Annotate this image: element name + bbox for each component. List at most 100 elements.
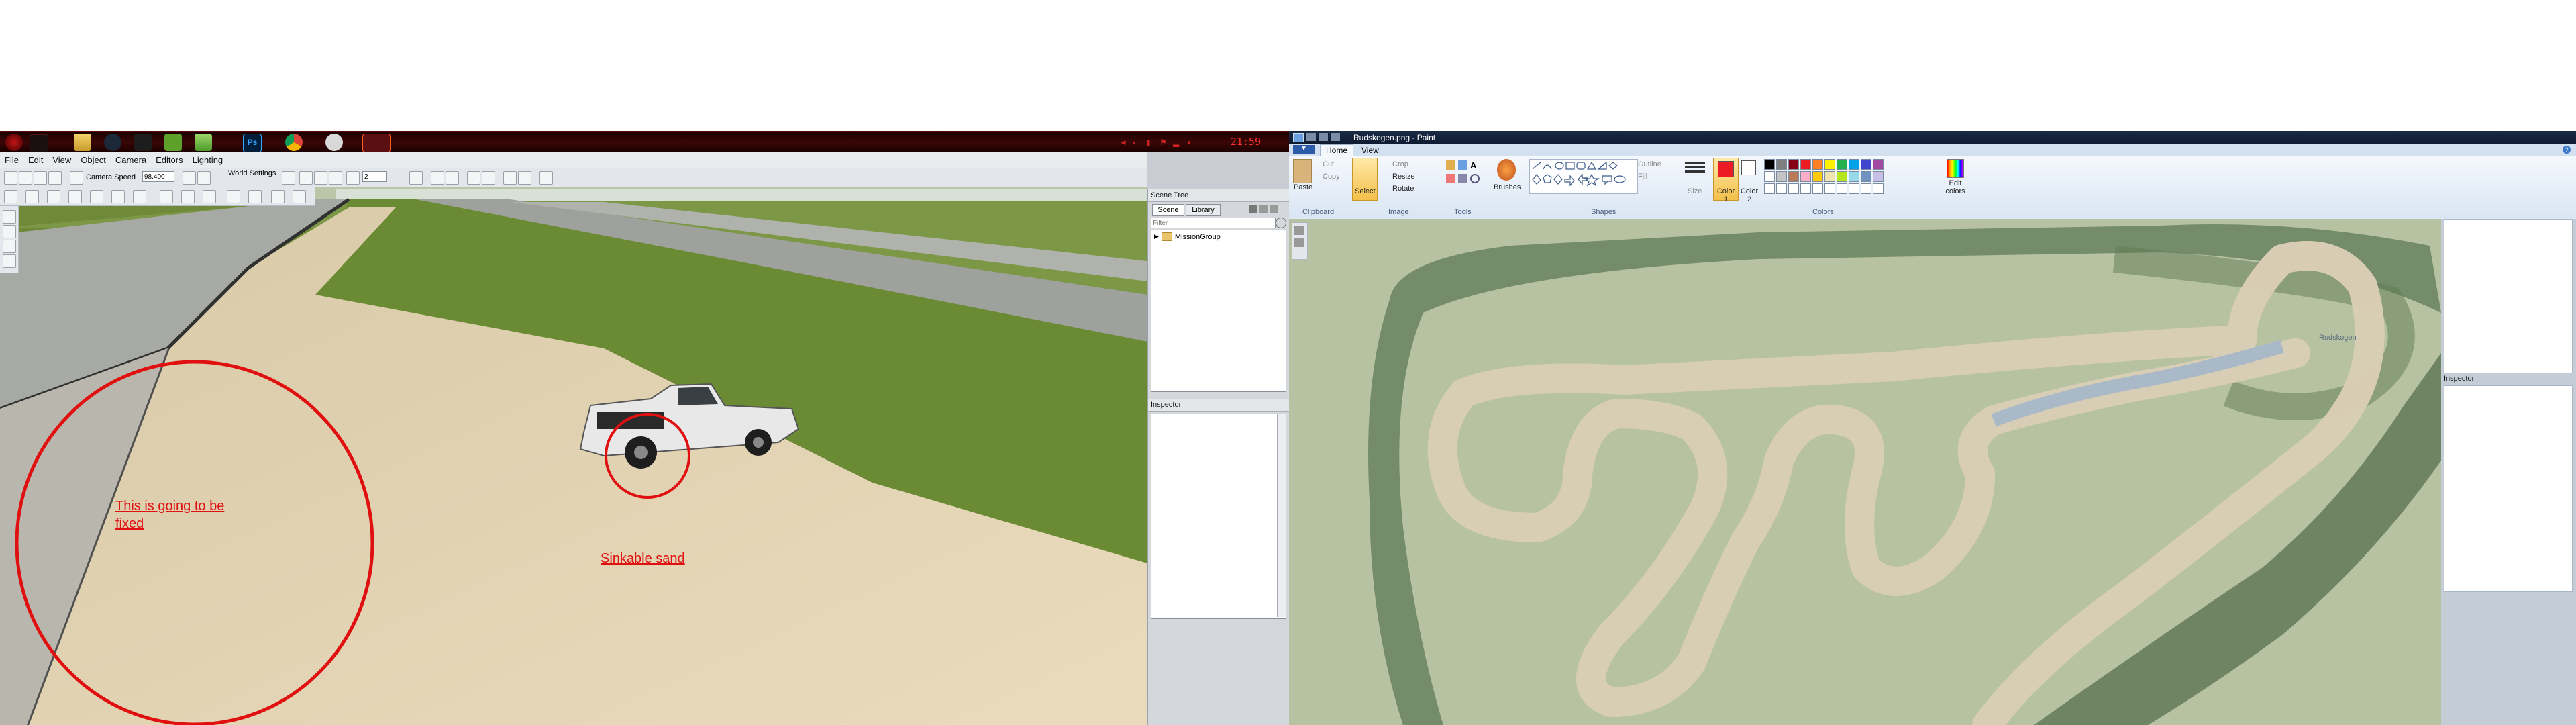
- new-icon[interactable]: [4, 171, 17, 185]
- signal-icon[interactable]: ▂: [1173, 138, 1182, 147]
- windows-icon[interactable]: [30, 134, 48, 153]
- fill-icon[interactable]: [1458, 160, 1467, 170]
- text-icon[interactable]: A: [1470, 160, 1480, 171]
- settings-icon[interactable]: [325, 134, 343, 151]
- start-icon[interactable]: [5, 134, 23, 151]
- palette-swatch[interactable]: [1824, 171, 1835, 182]
- scene-filter-input[interactable]: [1151, 218, 1276, 228]
- camera-icon[interactable]: [70, 171, 83, 185]
- paint-canvas[interactable]: Rudskogen: [1289, 219, 2441, 725]
- resize-button[interactable]: Resize: [1392, 173, 1415, 181]
- custom-color-slot[interactable]: [1812, 183, 1823, 194]
- scale-icon[interactable]: [482, 171, 495, 185]
- redo-icon[interactable]: [1331, 133, 1340, 141]
- scene-tree[interactable]: ▶ MissionGroup: [1151, 230, 1286, 392]
- object-icon[interactable]: [503, 171, 517, 185]
- camera-speed-input[interactable]: 98.400: [142, 171, 174, 182]
- road-icon[interactable]: [539, 171, 553, 185]
- lighting-icon[interactable]: [197, 171, 211, 185]
- side-panel-list[interactable]: [2444, 219, 2573, 373]
- volume-icon[interactable]: ◖: [1186, 138, 1196, 147]
- lock-icon[interactable]: [346, 171, 360, 185]
- mesh-tool-icon[interactable]: [133, 190, 146, 203]
- custom-color-slot[interactable]: [1800, 183, 1811, 194]
- road-tool-icon[interactable]: [25, 190, 39, 203]
- save-icon[interactable]: [34, 171, 47, 185]
- clock[interactable]: 21:59: [1231, 136, 1261, 148]
- expand-arrow-icon[interactable]: ▶: [1154, 233, 1159, 240]
- grid-icon[interactable]: [299, 171, 313, 185]
- light-tool-icon[interactable]: [293, 190, 306, 203]
- custom-color-slot[interactable]: [1764, 183, 1775, 194]
- crop-button[interactable]: Crop: [1392, 160, 1408, 168]
- inspector-scrollbar[interactable]: [1277, 414, 1286, 617]
- menu-file[interactable]: File: [0, 155, 23, 165]
- palette-swatch[interactable]: [1764, 171, 1775, 182]
- palette-swatch[interactable]: [1776, 171, 1787, 182]
- tree-item-missiongroup[interactable]: ▶ MissionGroup: [1154, 232, 1221, 241]
- custom-color-slot[interactable]: [1873, 183, 1884, 194]
- visibility-icon[interactable]: [183, 171, 196, 185]
- pointer-icon[interactable]: [3, 210, 16, 224]
- clear-filter-icon[interactable]: [1276, 218, 1286, 228]
- tab-library[interactable]: Library: [1186, 204, 1221, 216]
- palette-swatch[interactable]: [1861, 159, 1871, 170]
- transform-icon[interactable]: [1294, 238, 1304, 247]
- edit-colors-icon[interactable]: [1947, 159, 1964, 178]
- palette-swatch[interactable]: [1764, 159, 1775, 170]
- custom-color-slot[interactable]: [1861, 183, 1871, 194]
- flag-icon[interactable]: ⚑: [1160, 138, 1169, 147]
- outline-button[interactable]: Outline: [1638, 160, 1661, 168]
- notepad-icon[interactable]: [195, 134, 212, 151]
- palette-swatch[interactable]: [1812, 159, 1823, 170]
- shapes-gallery[interactable]: [1529, 159, 1638, 194]
- palette-swatch[interactable]: [1861, 171, 1871, 182]
- size-button[interactable]: Size: [1688, 187, 1702, 195]
- paint-menu-button[interactable]: ▼: [1293, 145, 1315, 154]
- beamng-icon[interactable]: [362, 134, 391, 152]
- decal-tool-icon[interactable]: [111, 190, 125, 203]
- menu-object[interactable]: Object: [76, 155, 111, 165]
- palette-swatch[interactable]: [1800, 171, 1811, 182]
- hand-icon[interactable]: [3, 225, 16, 238]
- open-icon[interactable]: [19, 171, 32, 185]
- cut-button[interactable]: Cut: [1323, 160, 1334, 168]
- menu-view[interactable]: View: [48, 155, 76, 165]
- tab-home[interactable]: Home: [1320, 144, 1354, 156]
- menu-edit[interactable]: Edit: [23, 155, 48, 165]
- tray-icon[interactable]: ◄: [1119, 138, 1129, 147]
- menu-editors[interactable]: Editors: [151, 155, 187, 165]
- tab-scene[interactable]: Scene: [1152, 204, 1184, 216]
- app-icon[interactable]: [134, 134, 152, 151]
- navmesh-tool-icon[interactable]: [181, 190, 195, 203]
- add-icon[interactable]: [1259, 205, 1268, 213]
- size-icon[interactable]: [1685, 160, 1705, 178]
- bounds-icon[interactable]: [314, 171, 327, 185]
- camera-tool-icon[interactable]: [203, 190, 216, 203]
- menu-camera[interactable]: Camera: [111, 155, 151, 165]
- tray-icon[interactable]: ▪: [1133, 138, 1142, 147]
- magnifier-icon[interactable]: [1470, 174, 1480, 183]
- paste-button[interactable]: Paste: [1294, 183, 1312, 191]
- world-settings-label[interactable]: World Settings: [228, 169, 276, 177]
- river-tool-icon[interactable]: [47, 190, 60, 203]
- steam-icon[interactable]: [104, 134, 121, 151]
- custom-color-slot[interactable]: [1849, 183, 1859, 194]
- custom-color-slot[interactable]: [1837, 183, 1847, 194]
- copy-button[interactable]: Copy: [1323, 173, 1340, 181]
- paint-app-icon[interactable]: [1293, 133, 1304, 142]
- palette-swatch[interactable]: [1837, 159, 1847, 170]
- custom-color-slot[interactable]: [1824, 183, 1835, 194]
- scale-gizmo-icon[interactable]: [3, 254, 16, 268]
- help-icon[interactable]: ?: [2563, 146, 2571, 154]
- path-tool-icon[interactable]: [248, 190, 262, 203]
- fill-button[interactable]: Fill: [1638, 173, 1647, 181]
- palette-swatch[interactable]: [1873, 171, 1884, 182]
- edit-colors-button[interactable]: Edit colors: [1943, 179, 1968, 195]
- palette-swatch[interactable]: [1812, 171, 1823, 182]
- palette-swatch[interactable]: [1776, 159, 1787, 170]
- terrain-tool-icon[interactable]: [4, 190, 17, 203]
- viewport[interactable]: This is going to be fixed Sinkable sand: [0, 187, 1147, 725]
- palette-swatch[interactable]: [1837, 171, 1847, 182]
- palette-swatch[interactable]: [1849, 171, 1859, 182]
